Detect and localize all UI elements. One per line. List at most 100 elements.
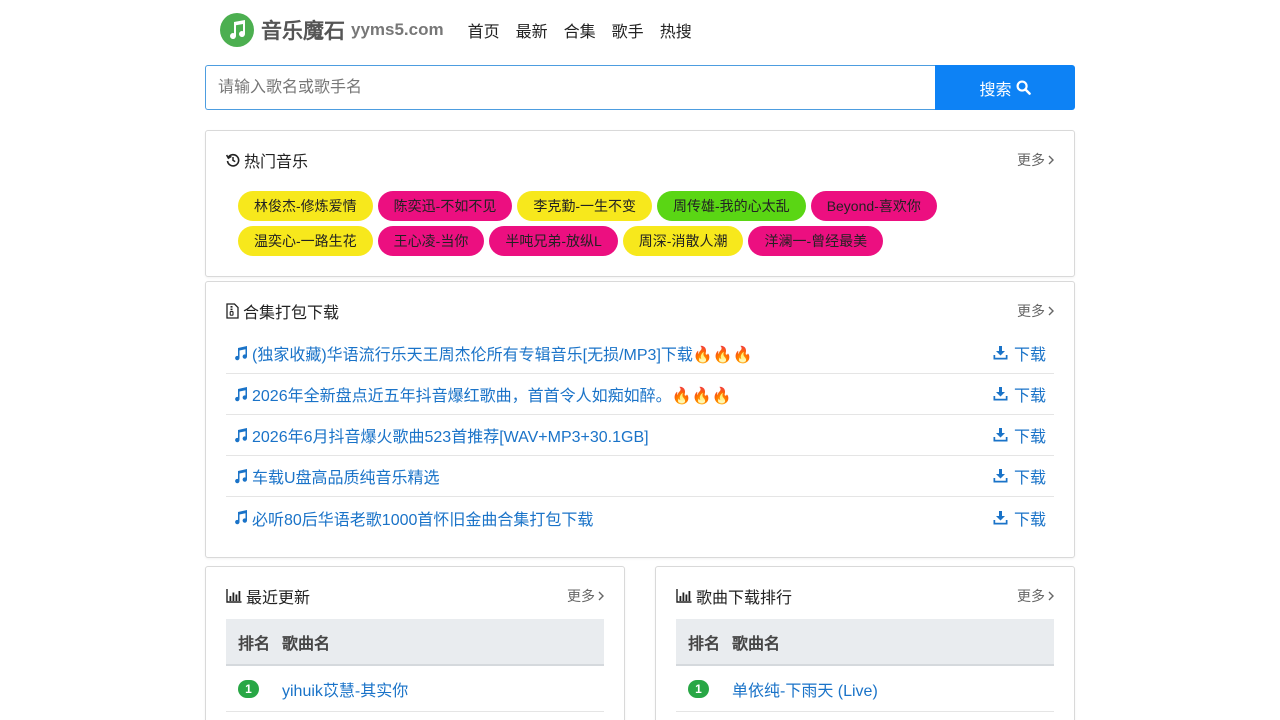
site-domain: yyms5.com: [351, 20, 444, 39]
ranking-title: 歌曲下载排行: [696, 590, 793, 607]
ranking-more-label: 更多: [1017, 588, 1045, 604]
packs-more-link[interactable]: 更多: [1017, 301, 1054, 321]
chevron-right-icon: [1048, 155, 1054, 165]
download-label: 下载: [1013, 511, 1046, 529]
search-input[interactable]: [205, 65, 935, 110]
music-note-logo-icon[interactable]: [220, 13, 254, 47]
rank-column-header: 排名: [238, 635, 271, 653]
hot-music-title: 热门音乐: [244, 154, 309, 171]
song-column-header: 歌曲名: [732, 635, 781, 653]
table-header: 排名 歌曲名: [676, 619, 1054, 666]
bar-chart-icon: [226, 589, 242, 603]
pack-row: 车载U盘高品质纯音乐精选 下载: [226, 456, 1054, 497]
pack-row: 必听80后华语老歌1000首怀旧金曲合集打包下载 下载: [226, 497, 1054, 538]
nav-home[interactable]: 首页: [468, 18, 500, 42]
hot-tag[interactable]: 温奕心-一路生花: [238, 226, 373, 256]
pack-row: 2026年全新盘点近五年抖音爆红歌曲，首首令人如痴如醉。🔥🔥🔥 下载: [226, 374, 1054, 415]
pack-title: 2026年6月抖音爆火歌曲523首推荐[WAV+MP3+30.1GB]: [252, 429, 649, 446]
rank-badge: 1: [238, 679, 259, 698]
ranking-rows: 1 单依纯-下雨天 (Live): [676, 666, 1054, 712]
pack-link[interactable]: 2026年6月抖音爆火歌曲523首推荐[WAV+MP3+30.1GB]: [234, 423, 649, 447]
music-note-icon: [235, 468, 248, 483]
music-note-icon: [235, 510, 248, 525]
download-label: 下载: [1013, 347, 1046, 364]
search-bar: 搜索: [205, 65, 1075, 110]
recent-more-link[interactable]: 更多: [567, 586, 604, 606]
chevron-right-icon: [1048, 591, 1054, 601]
download-label: 下载: [1013, 470, 1046, 487]
pack-row: (独家收藏)华语流行乐天王周杰伦所有专辑音乐[无损/MP3]下载🔥🔥🔥 下载: [226, 333, 1054, 374]
recent-updates-card: 最近更新 更多 排名 歌曲名 1 yihuik苡慧-其实你: [205, 566, 625, 720]
download-label: 下载: [1013, 388, 1046, 405]
recent-more-label: 更多: [567, 588, 595, 604]
hot-tag[interactable]: 王心凌-当你: [377, 226, 485, 256]
download-button[interactable]: 下载: [993, 506, 1046, 530]
hot-music-card: 热门音乐 更多 林俊杰-修炼爱情 陈奕迅-不如不见 李克勤-一生不变 周传雄-我的心太…: [205, 130, 1075, 277]
pack-row: 2026年6月抖音爆火歌曲523首推荐[WAV+MP3+30.1GB] 下载: [226, 415, 1054, 456]
download-button[interactable]: 下载: [993, 382, 1046, 406]
download-icon: [993, 346, 1008, 360]
table-row: 1 单依纯-下雨天 (Live): [676, 666, 1054, 712]
nav-latest[interactable]: 最新: [516, 18, 548, 42]
hot-more-link[interactable]: 更多: [1017, 150, 1054, 170]
hot-more-label: 更多: [1017, 152, 1045, 168]
pack-title: 必听80后华语老歌1000首怀旧金曲合集打包下载: [252, 511, 594, 529]
hot-tag[interactable]: 林俊杰-修炼爱情: [238, 191, 373, 221]
pack-title: 2026年全新盘点近五年抖音爆红歌曲，首首令人如痴如醉。🔥🔥🔥: [252, 388, 732, 405]
pack-link[interactable]: 车载U盘高品质纯音乐精选: [234, 464, 440, 488]
download-icon: [993, 469, 1008, 483]
download-button[interactable]: 下载: [993, 341, 1046, 365]
rank-column-header: 排名: [688, 635, 721, 653]
table-header: 排名 歌曲名: [226, 619, 604, 666]
recent-table: 排名 歌曲名 1 yihuik苡慧-其实你: [226, 619, 604, 712]
rank-badge: 1: [688, 679, 709, 698]
nav-collections[interactable]: 合集: [564, 18, 596, 42]
packs-more-label: 更多: [1017, 303, 1045, 319]
main-nav: 首页 最新 合集 歌手 热搜: [468, 18, 708, 42]
ranking-table: 排名 歌曲名 1 单依纯-下雨天 (Live): [676, 619, 1054, 712]
hot-tag[interactable]: 李克勤-一生不变: [517, 191, 653, 221]
song-link[interactable]: yihuik苡慧-其实你: [282, 677, 408, 701]
packs-card: 合集打包下载 更多 (独家收藏)华语流行乐天王周杰伦所有专辑音乐[无损/MP3]…: [205, 281, 1075, 558]
pack-link[interactable]: 必听80后华语老歌1000首怀旧金曲合集打包下载: [234, 506, 593, 530]
download-icon: [993, 510, 1008, 524]
hot-tag[interactable]: 周传雄-我的心太乱: [657, 191, 806, 221]
packs-list: (独家收藏)华语流行乐天王周杰伦所有专辑音乐[无损/MP3]下载🔥🔥🔥 下载 202…: [226, 333, 1054, 538]
packs-title: 合集打包下载: [243, 305, 340, 322]
search-button[interactable]: 搜索: [935, 65, 1075, 110]
hot-tag[interactable]: 陈奕迅-不如不见: [377, 191, 513, 221]
music-note-icon: [235, 386, 248, 401]
song-column-header: 歌曲名: [282, 635, 331, 653]
download-button[interactable]: 下载: [993, 423, 1046, 447]
table-row: 1 yihuik苡慧-其实你: [226, 666, 604, 712]
pack-link[interactable]: (独家收藏)华语流行乐天王周杰伦所有专辑音乐[无损/MP3]下载🔥🔥🔥: [234, 341, 753, 365]
hot-tags: 林俊杰-修炼爱情 陈奕迅-不如不见 李克勤-一生不变 周传雄-我的心太乱 Beyond-…: [238, 191, 998, 261]
nav-hot-search[interactable]: 热搜: [660, 18, 692, 42]
hot-tag[interactable]: 半吨兄弟-放纵L: [489, 226, 618, 256]
pack-link[interactable]: 2026年全新盘点近五年抖音爆红歌曲，首首令人如痴如醉。🔥🔥🔥: [234, 382, 731, 406]
music-note-icon: [235, 345, 248, 360]
pack-title: (独家收藏)华语流行乐天王周杰伦所有专辑音乐[无损/MP3]下载🔥🔥🔥: [252, 347, 753, 364]
history-icon: [226, 153, 240, 167]
site-header: 音乐魔石 yyms5.com 首页 最新 合集 歌手 热搜: [220, 12, 708, 48]
bar-chart-icon: [676, 589, 692, 603]
chevron-right-icon: [1048, 306, 1054, 316]
site-brand[interactable]: 音乐魔石: [261, 15, 345, 45]
download-icon: [993, 387, 1008, 401]
hot-tag[interactable]: 洋澜一-曾经最美: [748, 226, 884, 256]
download-ranking-card: 歌曲下载排行 更多 排名 歌曲名 1 单依纯-下雨天 (Live): [655, 566, 1075, 720]
pack-title: 车载U盘高品质纯音乐精选: [252, 470, 440, 487]
recent-title: 最近更新: [246, 590, 311, 607]
hot-tag[interactable]: Beyond-喜欢你: [810, 191, 937, 221]
archive-file-icon: [226, 303, 239, 319]
music-note-icon: [235, 427, 248, 442]
song-link[interactable]: 单依纯-下雨天 (Live): [732, 677, 878, 701]
ranking-more-link[interactable]: 更多: [1017, 586, 1054, 606]
download-icon: [993, 428, 1008, 442]
hot-tag[interactable]: 周深-消散人潮: [622, 226, 744, 256]
search-icon: [1016, 80, 1031, 95]
download-button[interactable]: 下载: [993, 464, 1046, 488]
search-button-label: 搜索: [979, 81, 1012, 99]
nav-singers[interactable]: 歌手: [612, 18, 644, 42]
download-label: 下载: [1013, 429, 1046, 446]
